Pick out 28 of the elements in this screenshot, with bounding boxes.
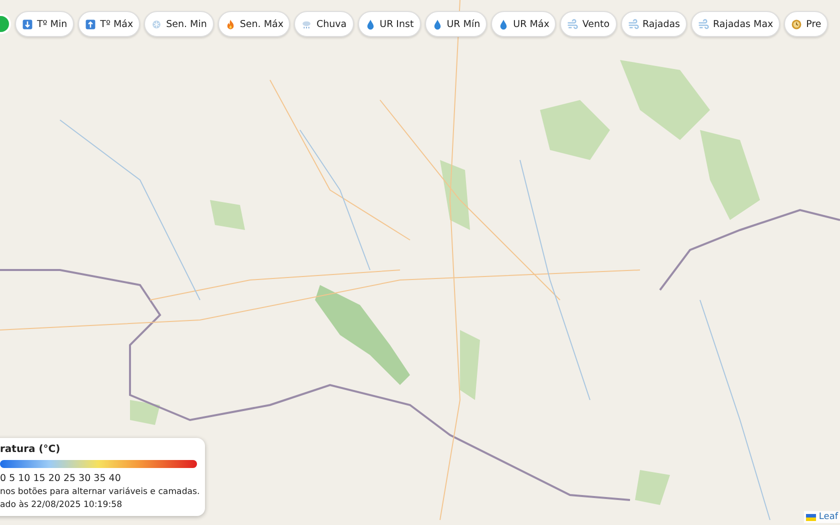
up-arrow-icon (85, 18, 96, 30)
down-arrow-icon (22, 18, 33, 30)
scale-labels: 0 5 10 15 20 25 30 35 40 (0, 473, 122, 484)
layer-button[interactable]: Rajadas (620, 11, 687, 37)
droplet-icon (432, 18, 443, 30)
layer-button[interactable]: Sen. Máx (218, 11, 290, 37)
layer-button[interactable]: UR Máx (491, 11, 556, 37)
rain-cloud-icon (301, 18, 312, 30)
wind-icon (628, 18, 639, 30)
wind-icon (567, 18, 578, 30)
layer-button[interactable]: UR Inst (358, 11, 421, 37)
layer-button[interactable]: UR Mín (424, 11, 488, 37)
wind-icon (698, 18, 709, 30)
clock-icon (791, 18, 802, 30)
layer-button[interactable]: Tº Min (15, 11, 74, 37)
layer-button[interactable]: Vento (560, 11, 617, 37)
layer-button[interactable]: Rajadas Max (691, 11, 780, 37)
legend-hint: nos botões para alternar variáveis e camadas. (0, 487, 197, 497)
layer-button[interactable]: Tº Máx (78, 11, 140, 37)
droplet-icon (498, 18, 510, 30)
layer-button[interactable]: Chuva (294, 11, 354, 37)
flame-icon (224, 18, 236, 30)
legend-title: ratura (°C) (0, 444, 62, 455)
flag-icon (806, 514, 816, 520)
layer-button[interactable]: Sen. Min (144, 11, 214, 37)
droplet-icon (364, 18, 376, 30)
update-time: ado às 22/08/2025 10:19:58 (0, 500, 124, 510)
snowflake-icon (151, 18, 162, 30)
